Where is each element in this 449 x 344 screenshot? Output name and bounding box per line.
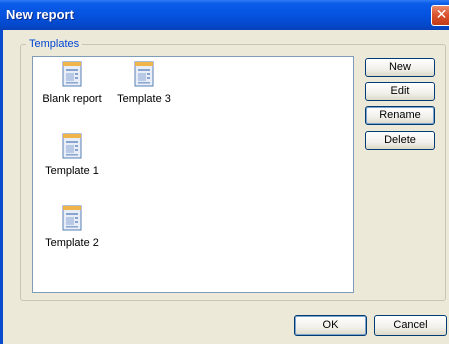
close-icon: ✕ [435, 7, 448, 23]
templates-group-label: Templates [26, 38, 83, 50]
templates-list[interactable]: Blank report Template 3 Template 1 Templ… [32, 56, 354, 293]
document-icon [62, 133, 82, 159]
delete-button[interactable]: Delete [365, 131, 435, 150]
document-icon [62, 205, 82, 231]
close-button[interactable]: ✕ [431, 5, 449, 26]
edit-button[interactable]: Edit [365, 82, 435, 101]
template-item-blank-report[interactable]: Blank report [37, 61, 107, 105]
document-icon [134, 61, 154, 87]
ok-button[interactable]: OK [294, 315, 367, 336]
template-item-template-2[interactable]: Template 2 [37, 205, 107, 249]
template-label: Blank report [42, 93, 102, 105]
document-icon [62, 61, 82, 87]
window-border [0, 30, 3, 344]
template-item-template-3[interactable]: Template 3 [109, 61, 179, 105]
template-item-template-1[interactable]: Template 1 [37, 133, 107, 177]
title-bar[interactable]: New report ✕ [0, 0, 449, 30]
rename-button[interactable]: Rename [365, 106, 435, 125]
new-button[interactable]: New [365, 58, 435, 77]
new-report-dialog: New report ✕ Templates Blank report Temp… [0, 0, 449, 344]
window-title: New report [6, 7, 74, 22]
cancel-button[interactable]: Cancel [374, 315, 447, 336]
template-label: Template 3 [117, 93, 171, 105]
template-label: Template 1 [45, 165, 99, 177]
template-label: Template 2 [45, 237, 99, 249]
